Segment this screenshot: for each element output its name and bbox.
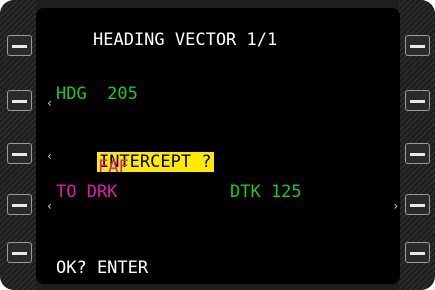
lsk-left-3-caret: ‹ bbox=[46, 149, 54, 163]
lsk-left-2-caret: ‹ bbox=[46, 96, 54, 110]
lsk-left-4-button[interactable] bbox=[7, 194, 32, 215]
lsk-right-2-button[interactable] bbox=[405, 90, 430, 111]
cdu-bezel: HEADING VECTOR 1/1 ‹ HDG 205 ‹ INTERCEPT… bbox=[0, 0, 435, 290]
desired-track: DTK 125 bbox=[230, 182, 302, 202]
scratchpad-prompt: OK? ENTER bbox=[56, 258, 149, 278]
faf-label: FAF bbox=[98, 157, 129, 177]
lsk-left-4-caret: ‹ bbox=[46, 199, 54, 213]
lsk-right-5-button[interactable] bbox=[405, 242, 430, 263]
lsk-right-1-button[interactable] bbox=[405, 35, 430, 56]
lsk-left-5-button[interactable] bbox=[7, 242, 32, 263]
heading-value: HDG 205 bbox=[56, 84, 138, 104]
page-title: HEADING VECTOR 1/1 bbox=[93, 30, 278, 50]
lsk-right-4-caret: › bbox=[392, 199, 400, 213]
lsk-right-3-button[interactable] bbox=[405, 143, 430, 164]
lsk-left-1-button[interactable] bbox=[7, 35, 32, 56]
lsk-left-3-button[interactable] bbox=[7, 143, 32, 164]
to-waypoint: TO DRK bbox=[56, 182, 118, 202]
lsk-left-2-button[interactable] bbox=[7, 90, 32, 111]
lsk-right-4-button[interactable] bbox=[405, 194, 430, 215]
